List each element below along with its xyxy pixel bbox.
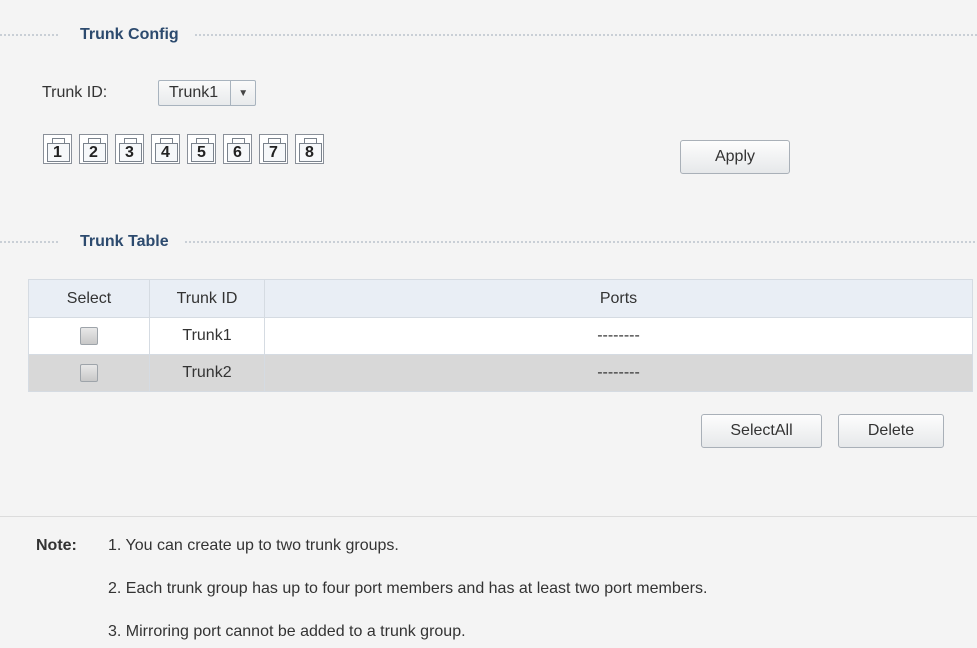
- trunk-id-select[interactable]: Trunk1 ▼: [158, 80, 257, 106]
- trunk-config-title: Trunk Config: [80, 26, 179, 43]
- trunk-id-cell: Trunk2: [149, 354, 265, 392]
- port-6-icon[interactable]: 6: [223, 134, 252, 164]
- trunk-id-cell: Trunk1: [149, 317, 265, 355]
- ports-cell: --------: [264, 317, 973, 355]
- table-row: Trunk2 --------: [28, 354, 973, 392]
- column-header-select: Select: [28, 279, 150, 318]
- trunk-id-select-value: Trunk1: [169, 84, 219, 101]
- column-header-ports: Ports: [264, 279, 973, 318]
- trunk-config-header: Trunk Config: [0, 25, 977, 45]
- select-cell: [28, 317, 150, 355]
- apply-button[interactable]: Apply: [680, 140, 790, 174]
- port-number: 2: [89, 144, 98, 161]
- trunk-id-label: Trunk ID:: [42, 84, 108, 101]
- header-divider-right: [184, 241, 977, 243]
- port-number: 4: [161, 144, 170, 161]
- port-selector: 1 2 3 4 5 6 7 8: [43, 134, 324, 164]
- port-1-icon[interactable]: 1: [43, 134, 72, 164]
- trunk-table-header: Trunk Table: [0, 232, 977, 252]
- note-label: Note:: [36, 537, 77, 554]
- header-divider-left: [0, 34, 60, 36]
- table-row: Trunk1 --------: [28, 317, 973, 355]
- header-divider-right: [194, 34, 977, 36]
- port-3-icon[interactable]: 3: [115, 134, 144, 164]
- select-all-button[interactable]: SelectAll: [701, 414, 822, 448]
- port-number: 6: [233, 144, 242, 161]
- port-number: 8: [305, 144, 314, 161]
- note-line: 3. Mirroring port cannot be added to a t…: [108, 623, 466, 640]
- port-number: 3: [125, 144, 134, 161]
- column-header-trunk-id: Trunk ID: [149, 279, 265, 318]
- row-checkbox[interactable]: [80, 326, 98, 345]
- note-line: 1. You can create up to two trunk groups…: [108, 537, 399, 554]
- port-number: 7: [269, 144, 278, 161]
- port-8-icon[interactable]: 8: [295, 134, 324, 164]
- port-4-icon[interactable]: 4: [151, 134, 180, 164]
- chevron-down-icon[interactable]: ▼: [230, 81, 255, 105]
- trunk-table-title: Trunk Table: [80, 233, 169, 250]
- note-divider: [0, 516, 977, 517]
- port-5-icon[interactable]: 5: [187, 134, 216, 164]
- port-number: 1: [53, 144, 62, 161]
- note-line: 2. Each trunk group has up to four port …: [108, 580, 708, 597]
- trunk-id-row: Trunk ID: Trunk1 ▼: [42, 80, 257, 106]
- table-header-row: Select Trunk ID Ports: [28, 279, 973, 318]
- port-7-icon[interactable]: 7: [259, 134, 288, 164]
- delete-button[interactable]: Delete: [838, 414, 944, 448]
- port-number: 5: [197, 144, 206, 161]
- port-2-icon[interactable]: 2: [79, 134, 108, 164]
- row-checkbox[interactable]: [80, 363, 98, 382]
- trunk-table: Select Trunk ID Ports Trunk1 -------- Tr…: [28, 279, 973, 392]
- ports-cell: --------: [264, 354, 973, 392]
- header-divider-left: [0, 241, 60, 243]
- select-cell: [28, 354, 150, 392]
